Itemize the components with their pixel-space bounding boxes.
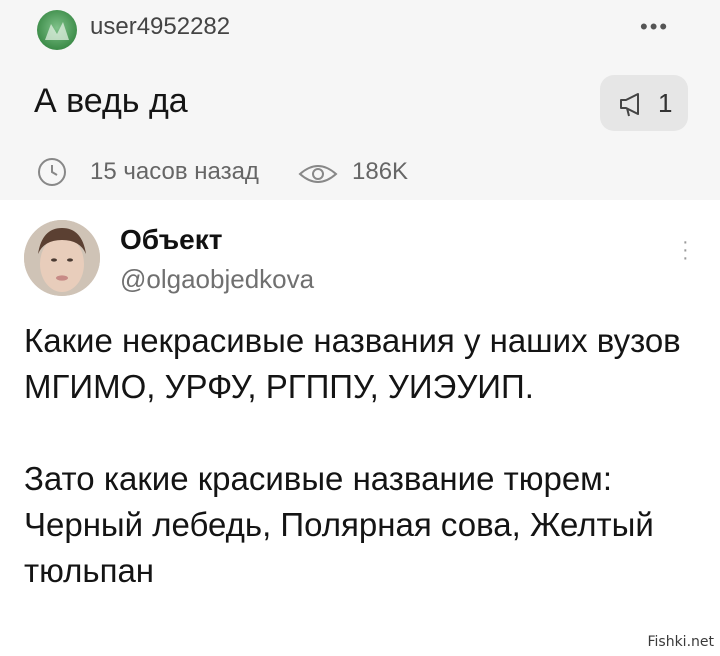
person-avatar-icon bbox=[24, 220, 100, 296]
tweet-handle: @olgaobjedkova bbox=[120, 264, 315, 294]
view-count: 186K bbox=[352, 158, 409, 185]
post-header: user4952282 ••• А ведь да 1 15 часов наз… bbox=[0, 0, 720, 200]
more-icon[interactable]: ••• bbox=[640, 14, 669, 40]
megaphone-icon bbox=[620, 93, 639, 117]
repost-button[interactable]: 1 bbox=[600, 75, 688, 131]
tweet-author-name: Объект bbox=[120, 224, 223, 255]
watermark: Fishki.net bbox=[647, 634, 714, 650]
avatar-icon bbox=[45, 22, 69, 40]
post-time: 15 часов назад bbox=[90, 158, 259, 185]
vertical-more-icon: · · · bbox=[682, 231, 689, 269]
user-avatar[interactable] bbox=[37, 10, 77, 50]
tweet-screenshot: Объект @olgaobjedkova · · · Какие некрасив… bbox=[0, 200, 720, 656]
eye-icon bbox=[298, 165, 338, 183]
clock-icon bbox=[38, 158, 66, 186]
repost-count: 1 bbox=[658, 88, 673, 118]
post-author[interactable]: user4952282 bbox=[90, 13, 230, 41]
tweet-avatar bbox=[24, 220, 100, 296]
post-title: А ведь да bbox=[34, 82, 188, 120]
tweet-text: Какие некрасивые названия у наших вузов … bbox=[24, 322, 681, 589]
